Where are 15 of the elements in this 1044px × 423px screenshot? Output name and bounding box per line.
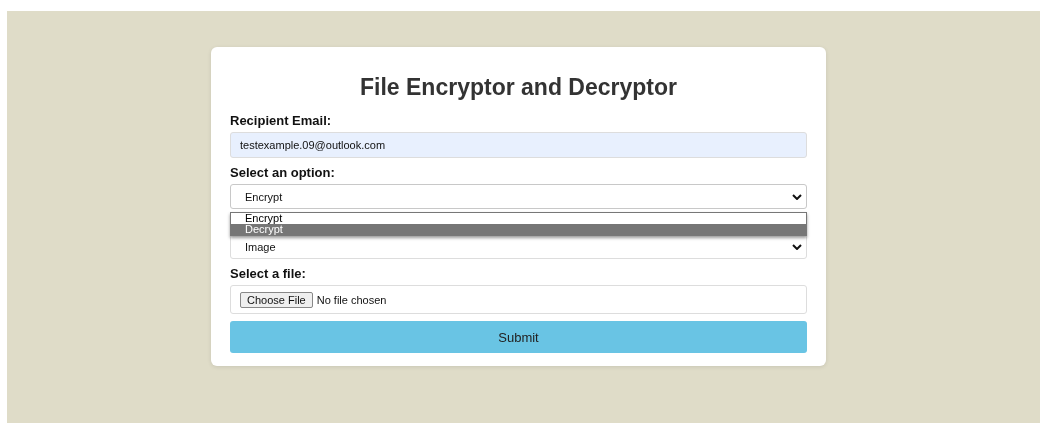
chevron-down-icon: [792, 243, 802, 250]
field-label: Recipient Email:: [230, 113, 333, 129]
field-label: Select an option:: [230, 165, 336, 181]
choose-file-button[interactable]: Choose File: [240, 291, 313, 308]
chevron-down-icon: [792, 193, 802, 200]
file-status: No file chosen: [316, 293, 387, 306]
option-select[interactable]: Encrypt: [230, 184, 807, 209]
dropdown-option[interactable]: Decrypt: [231, 224, 806, 235]
dropdown-option[interactable]: Encrypt: [231, 213, 806, 224]
type-select[interactable]: Image: [230, 234, 807, 259]
file-field[interactable]: Choose File No file chosen: [230, 285, 807, 314]
email-field[interactable]: testexample.09@outlook.com: [230, 132, 807, 158]
submit-button[interactable]: Submit: [230, 321, 807, 353]
form-title: File Encryptor and Decryptor: [359, 73, 678, 101]
field-label: Select a file:: [230, 266, 307, 282]
